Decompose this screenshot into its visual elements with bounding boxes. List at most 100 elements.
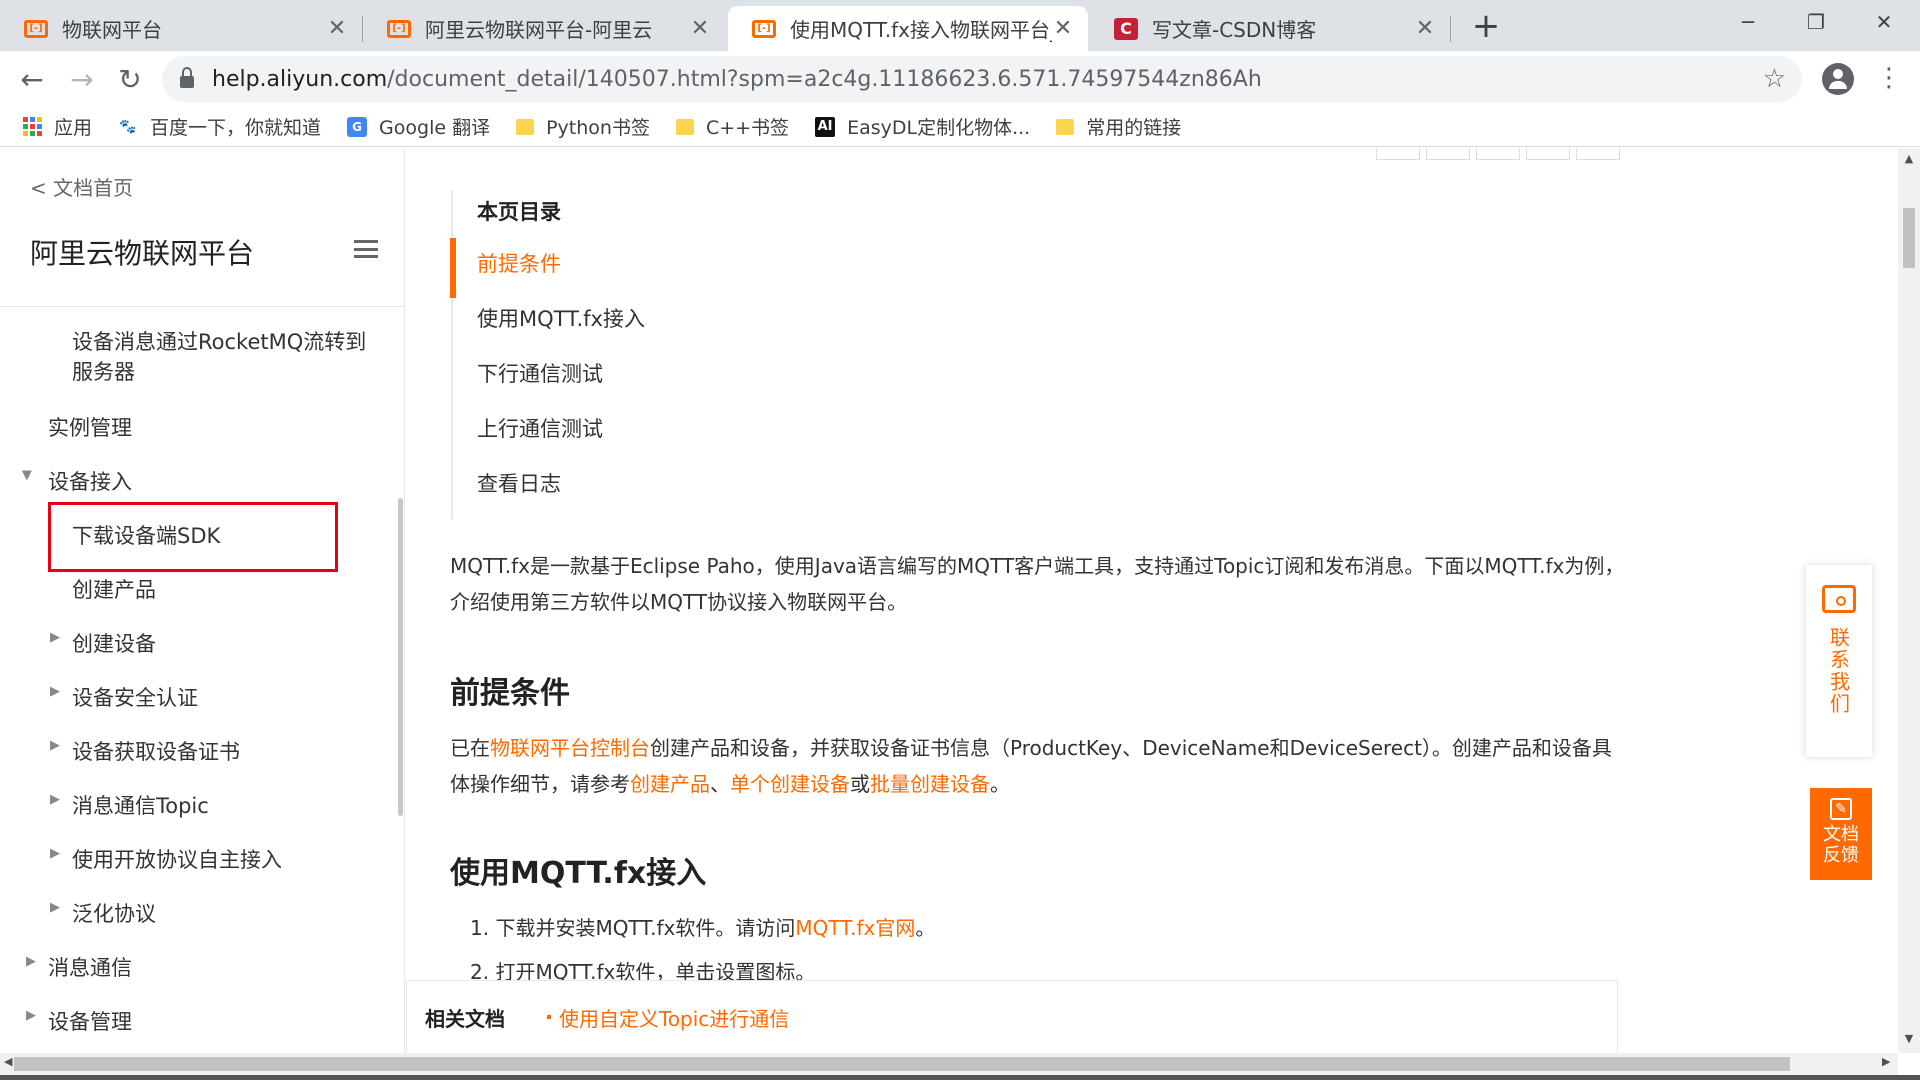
text: 、	[710, 772, 730, 796]
toc-item-logs[interactable]: 查看日志	[477, 464, 951, 519]
prereq-paragraph: 已在物联网平台控制台创建产品和设备，并获取设备证书信息（ProductKey、D…	[450, 730, 1630, 802]
text: 。	[990, 772, 1010, 796]
sidebar-item-label: 消息通信Topic	[72, 794, 209, 818]
folder-icon	[516, 118, 535, 135]
toc-heading: 本页目录	[477, 200, 561, 224]
related-doc-link[interactable]: 使用自定义Topic进行通信	[559, 1003, 789, 1032]
console-link[interactable]: 物联网平台控制台	[490, 736, 650, 760]
tab-title: 使用MQTT.fx接入物联网平台_入	[790, 18, 1052, 42]
sidebar-item-label: 消息通信	[48, 956, 132, 980]
caret-right-icon: ▶	[26, 954, 36, 969]
bookmark-label: Google 翻译	[379, 117, 491, 139]
tab-aliyun-iot[interactable]: [-] 阿里云物联网平台-阿里云 ✕	[363, 6, 725, 51]
vertical-scrollbar[interactable]: ▲ ▼	[1898, 148, 1920, 1053]
window-close-button[interactable]: ✕	[1854, 2, 1914, 42]
forward-arrow-icon[interactable]: →	[62, 59, 102, 99]
contact-us-button[interactable]: 联系我们	[1806, 565, 1872, 757]
toc-item-downlink[interactable]: 下行通信测试	[477, 354, 951, 409]
bookmark-python[interactable]: Python书签	[516, 113, 650, 140]
reload-icon[interactable]: ↻	[110, 59, 150, 99]
bookmark-common-links[interactable]: 常用的链接	[1056, 113, 1181, 140]
sidebar-item-rocketmq[interactable]: 设备消息通过RocketMQ流转到	[72, 326, 366, 356]
bookmark-label: Python书签	[546, 117, 650, 139]
scroll-thumb[interactable]	[14, 1057, 1790, 1071]
sidebar-item-generic-protocol[interactable]: ▶ 泛化协议	[50, 898, 156, 928]
bookmark-cpp[interactable]: C++书签	[675, 113, 789, 140]
doc-home-link[interactable]: < 文档首页	[30, 172, 133, 201]
doc-feedback-button[interactable]: ✎ 文档 反馈	[1810, 788, 1872, 880]
url-text[interactable]: help.aliyun.com/document_detail/140507.h…	[212, 67, 1262, 92]
sidebar-item-create-device[interactable]: ▶ 创建设备	[50, 628, 156, 658]
sidebar-item-device-mgmt[interactable]: ▶ 设备管理	[26, 1006, 132, 1036]
text: 或	[850, 772, 870, 796]
bookmark-google-translate[interactable]: G Google 翻译	[347, 113, 490, 140]
bookmark-baidu[interactable]: 🐾 百度一下，你就知道	[118, 113, 321, 140]
sidebar-item-label: 设备安全认证	[72, 686, 198, 710]
scroll-right-icon[interactable]: ▶	[1882, 1055, 1890, 1068]
bookmark-easydl[interactable]: AI EasyDL定制化物体...	[815, 113, 1030, 140]
sidebar-item-create-product[interactable]: 创建产品	[72, 574, 156, 604]
bookmark-label: EasyDL定制化物体...	[847, 117, 1031, 139]
bookmark-star-icon[interactable]: ☆	[1763, 64, 1786, 94]
scroll-down-icon[interactable]: ▼	[1898, 1032, 1920, 1045]
sidebar-item-label: 设备接入	[48, 470, 132, 494]
sidebar-item-instance[interactable]: 实例管理	[48, 412, 132, 442]
create-device-link[interactable]: 单个创建设备	[730, 772, 850, 796]
bookmark-apps[interactable]: 应用	[22, 113, 92, 140]
batch-create-link[interactable]: 批量创建设备	[870, 772, 990, 796]
tab-mqtt-doc[interactable]: [-] 使用MQTT.fx接入物联网平台_入 ✕	[728, 6, 1088, 51]
browser-toolbar: ← → ↻ help.aliyun.com/document_detail/14…	[0, 51, 1920, 107]
restore-button[interactable]: ❐	[1786, 2, 1846, 42]
csdn-icon: C	[1114, 17, 1138, 40]
sidebar-item-security-auth[interactable]: ▶ 设备安全认证	[50, 682, 198, 712]
back-arrow-icon[interactable]: ←	[12, 59, 52, 99]
scroll-thumb[interactable]	[1903, 208, 1915, 268]
new-tab-button[interactable]: +	[1466, 6, 1506, 46]
minimize-button[interactable]: ─	[1718, 2, 1778, 42]
caret-right-icon: ▶	[50, 900, 60, 915]
scroll-left-icon[interactable]: ◀	[4, 1055, 12, 1068]
sidebar-item-device-cert[interactable]: ▶ 设备获取设备证书	[50, 736, 240, 766]
account-icon[interactable]	[1822, 63, 1854, 95]
red-highlight-box	[48, 502, 338, 572]
page-viewport: < 文档首页 阿里云物联网平台 设备消息通过RocketMQ流转到 服务器 实例…	[0, 148, 1898, 1053]
doc-content: 本页目录 前提条件 使用MQTT.fx接入 下行通信测试 上行通信测试 查看日志…	[406, 148, 1898, 1053]
google-translate-icon: G	[347, 116, 368, 137]
caret-right-icon: ▶	[50, 684, 60, 699]
bookmark-label: 应用	[54, 117, 93, 139]
sidebar-scrollbar[interactable]	[398, 498, 403, 816]
top-toolbar-remnant	[1376, 148, 1620, 160]
tab-iot-platform[interactable]: [-] 物联网平台 ✕	[0, 6, 362, 51]
tab-csdn[interactable]: C 写文章-CSDN博客 ✕	[1090, 6, 1450, 51]
feedback-label-1: 文档	[1823, 824, 1859, 845]
toc-item-prereq[interactable]: 前提条件	[450, 238, 951, 299]
horizontal-scrollbar[interactable]: ◀ ▶	[0, 1053, 1898, 1075]
close-icon[interactable]: ✕	[326, 16, 348, 41]
hamburger-menu-icon[interactable]	[354, 240, 378, 258]
heading-mqtt: 使用MQTT.fx接入	[450, 856, 707, 891]
mqttfx-site-link[interactable]: MQTT.fx官网	[795, 916, 915, 940]
bookmarks-bar: 应用 🐾 百度一下，你就知道 G Google 翻译 Python书签 C++书…	[0, 107, 1920, 147]
chat-icon	[1822, 585, 1856, 613]
scroll-up-icon[interactable]: ▲	[1898, 152, 1920, 165]
sidebar-item-label: 泛化协议	[72, 902, 156, 926]
sidebar-item-open-protocol[interactable]: ▶ 使用开放协议自主接入	[50, 844, 282, 874]
more-menu-icon[interactable]: ⋮	[1874, 63, 1904, 95]
create-product-link[interactable]: 创建产品	[630, 772, 710, 796]
close-icon[interactable]: ✕	[689, 16, 711, 41]
sidebar-item-messaging[interactable]: ▶ 消息通信	[26, 952, 132, 982]
toc-item-uplink[interactable]: 上行通信测试	[477, 409, 951, 464]
close-icon[interactable]: ✕	[1052, 16, 1074, 41]
text: 。	[915, 916, 936, 940]
tab-title: 阿里云物联网平台-阿里云	[425, 18, 653, 42]
toc-item-mqtt[interactable]: 使用MQTT.fx接入	[477, 299, 951, 354]
bookmark-label: 百度一下，你就知道	[150, 117, 322, 139]
sidebar-item-device-access[interactable]: ▶ 设备接入	[20, 466, 133, 496]
sidebar-item-label: 使用开放协议自主接入	[72, 848, 282, 872]
sidebar-item-rocketmq-cont[interactable]: 服务器	[72, 356, 135, 386]
sidebar-item-topic[interactable]: ▶ 消息通信Topic	[50, 790, 209, 820]
address-bar[interactable]: help.aliyun.com/document_detail/140507.h…	[162, 56, 1802, 102]
edit-icon: ✎	[1830, 798, 1852, 820]
close-icon[interactable]: ✕	[1414, 16, 1436, 41]
sidebar-title: 阿里云物联网平台	[30, 237, 255, 270]
